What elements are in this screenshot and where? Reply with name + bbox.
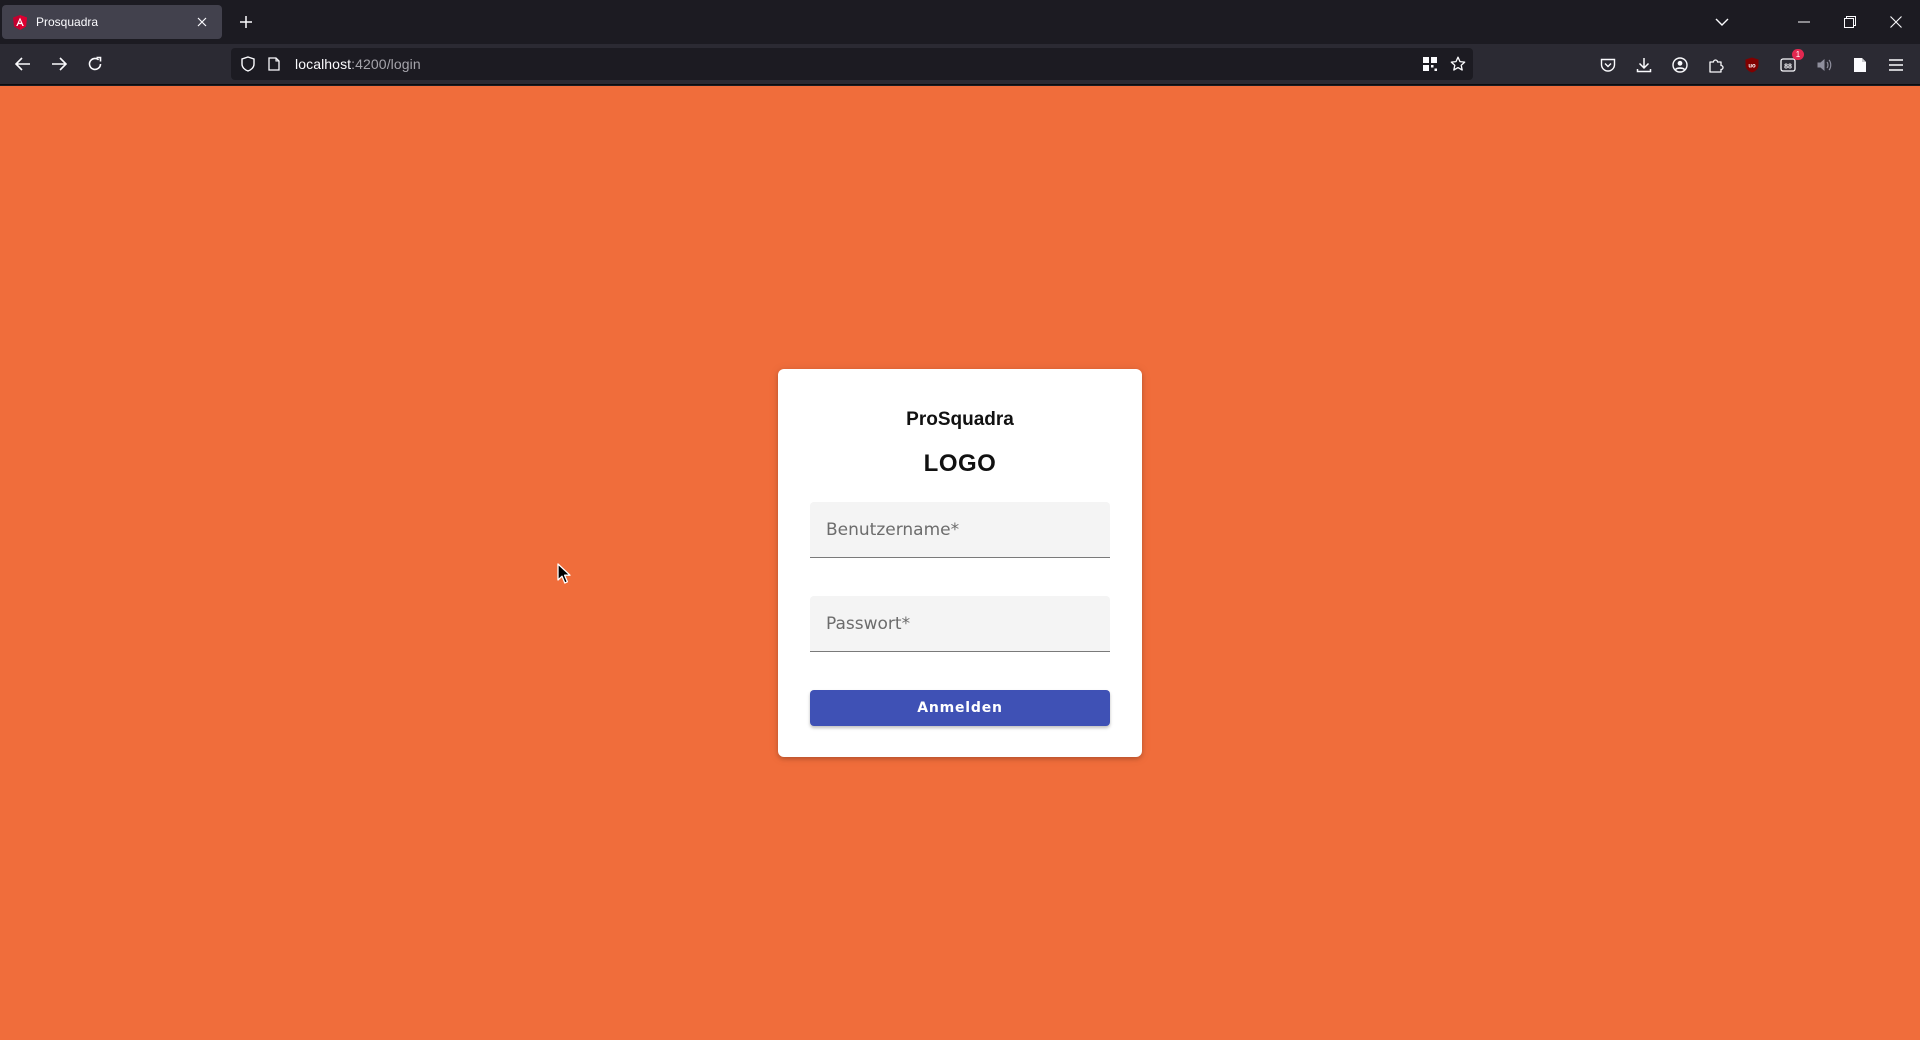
restore-window-button[interactable]	[1832, 7, 1868, 37]
page-info-icon[interactable]	[263, 53, 285, 75]
minimize-window-button[interactable]	[1786, 7, 1822, 37]
bookmark-star-icon[interactable]	[1447, 53, 1469, 75]
svg-text:uo: uo	[1748, 64, 1756, 70]
tracking-protection-shield-icon[interactable]	[237, 53, 259, 75]
forward-button[interactable]	[44, 49, 74, 79]
back-button[interactable]	[8, 49, 38, 79]
login-button[interactable]: Anmelden	[810, 690, 1110, 726]
username-field[interactable]	[810, 502, 1110, 558]
qr-code-icon[interactable]	[1419, 53, 1441, 75]
brand-title: ProSquadra	[906, 409, 1014, 430]
url-host: localhost	[295, 56, 352, 72]
browser-tab[interactable]: Prosquadra	[2, 5, 222, 39]
notification-badge: 1	[1792, 49, 1804, 60]
reload-button[interactable]	[80, 49, 110, 79]
close-window-button[interactable]	[1878, 7, 1914, 37]
password-input[interactable]	[810, 596, 1110, 651]
extension-counter-icon[interactable]: 88 1	[1775, 49, 1804, 78]
svg-text:88: 88	[1784, 64, 1792, 71]
extensions-puzzle-icon[interactable]	[1703, 52, 1729, 78]
downloads-icon[interactable]	[1631, 52, 1657, 78]
url-path: :4200/login	[351, 56, 421, 72]
hamburger-menu-icon[interactable]	[1883, 52, 1909, 78]
close-tab-icon[interactable]	[192, 12, 212, 32]
password-field[interactable]	[810, 596, 1110, 652]
login-card: ProSquadra LOGO Anmelden	[778, 369, 1142, 757]
login-page: ProSquadra LOGO Anmelden	[0, 86, 1920, 1040]
url-text: localhost:4200/login	[295, 56, 421, 72]
mouse-cursor-icon	[557, 563, 571, 584]
ublock-origin-icon[interactable]: uo	[1739, 52, 1765, 78]
tab-title: Prosquadra	[36, 15, 99, 29]
angular-icon	[12, 14, 28, 30]
list-all-tabs-button[interactable]	[1704, 7, 1740, 37]
username-input[interactable]	[810, 502, 1110, 557]
reader-document-icon[interactable]	[1847, 52, 1873, 78]
new-tab-button[interactable]	[234, 10, 258, 34]
tab-strip: Prosquadra	[0, 0, 1920, 44]
pocket-icon[interactable]	[1595, 52, 1621, 78]
navigation-toolbar: localhost:4200/login uo 88 1	[0, 44, 1920, 85]
speaker-icon[interactable]	[1811, 52, 1837, 78]
logo-placeholder: LOGO	[923, 450, 997, 477]
account-icon[interactable]	[1667, 52, 1693, 78]
address-bar[interactable]: localhost:4200/login	[231, 48, 1473, 80]
